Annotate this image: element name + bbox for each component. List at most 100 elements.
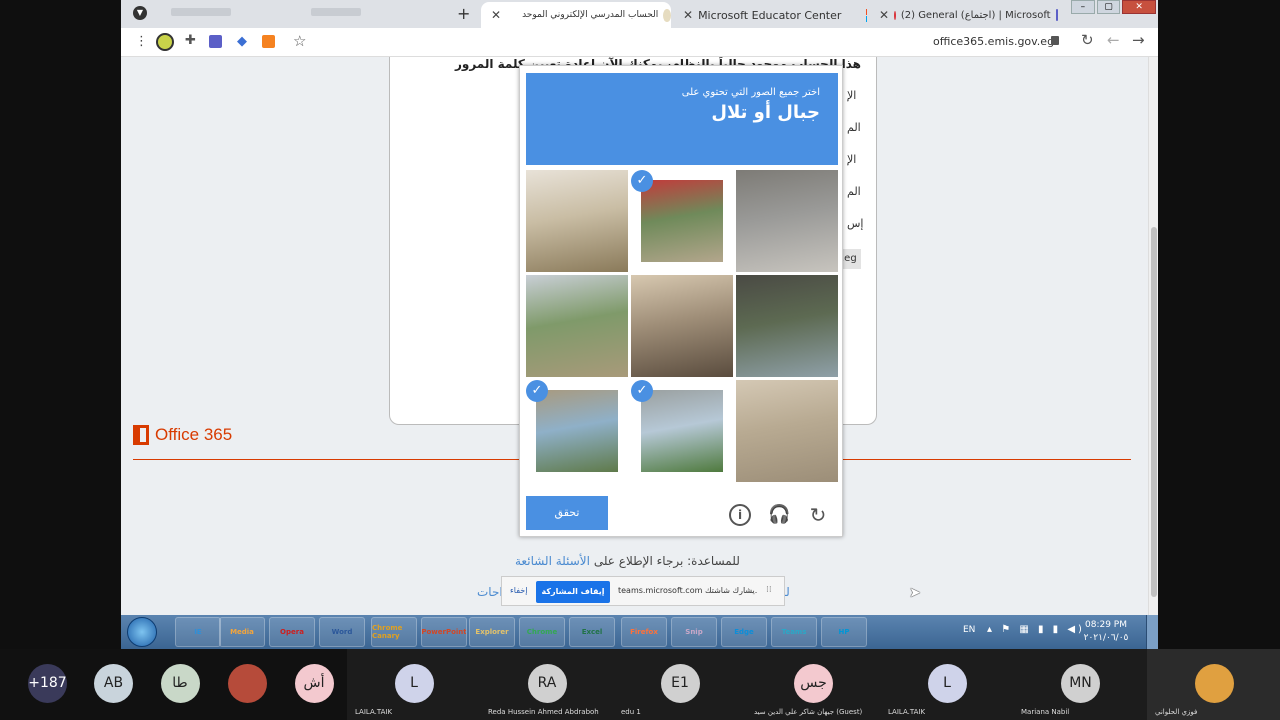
- close-icon[interactable]: ✕: [683, 8, 693, 22]
- participant-tile[interactable]: فوزي الحلواني: [1147, 649, 1280, 720]
- menu-dots-icon[interactable]: ⋮: [135, 34, 148, 49]
- teams-extension-icon[interactable]: [209, 35, 222, 48]
- participant-name: جيهان شاكر علي الدين سيد (Guest): [754, 708, 863, 716]
- taskbar-app-excel[interactable]: Excel: [569, 617, 615, 647]
- recording-icon: [894, 10, 896, 20]
- tab-teams-general[interactable]: ✕ (2) General (اجتماع) | Microsoft: [873, 2, 1058, 28]
- mouse-cursor-icon: ➤: [909, 585, 921, 601]
- stop-sharing-button[interactable]: إيقاف المشاركة: [536, 581, 610, 603]
- forward-arrow-icon[interactable]: →: [1132, 31, 1145, 49]
- show-desktop-button[interactable]: [1146, 615, 1158, 649]
- taskbar-app-edge[interactable]: Edge: [721, 617, 767, 647]
- participant-tile[interactable]: RA Reda Hussein Ahmed Abdraboh: [480, 649, 613, 720]
- taskbar-app-word[interactable]: Word: [319, 617, 365, 647]
- captcha-tile[interactable]: [736, 170, 838, 272]
- participant-tile[interactable]: جس جيهان شاكر علي الدين سيد (Guest): [746, 649, 880, 720]
- hide-sharing-button[interactable]: إخفاء: [510, 586, 527, 595]
- taskbar-app-snip[interactable]: Snip: [671, 617, 717, 647]
- refresh-icon[interactable]: ↻: [807, 504, 829, 526]
- office-365-logo: Office 365: [133, 425, 232, 445]
- diamond-extension-icon[interactable]: ◆: [237, 34, 247, 49]
- taskbar-app-ie[interactable]: IE: [175, 617, 221, 647]
- start-button[interactable]: [127, 617, 157, 647]
- taskbar-app-powerpoint[interactable]: PowerPoint: [421, 617, 467, 647]
- minimize-button[interactable]: –: [1071, 0, 1095, 14]
- taskbar-app-teams[interactable]: Teams: [771, 617, 817, 647]
- participant-avatar: جس: [794, 664, 833, 703]
- extensions-icon[interactable]: ✚: [185, 33, 196, 48]
- help-text: للمساعدة: برجاء الإطلاع على الأسئلة الشا…: [515, 554, 740, 568]
- new-tab-button[interactable]: +: [457, 4, 470, 23]
- taskbar-app-opera[interactable]: Opera: [269, 617, 315, 647]
- drag-handle-icon[interactable]: ⁞⁞: [766, 585, 772, 595]
- headphones-icon[interactable]: 🎧: [768, 504, 790, 526]
- tab-title: (2) General (اجتماع) | Microsoft: [900, 9, 1051, 21]
- bookmark-star-icon[interactable]: ☆: [293, 32, 306, 50]
- captcha-photo: [631, 275, 733, 377]
- side-label: الم: [847, 185, 861, 198]
- participant-tile[interactable]: E1 edu 1: [613, 649, 746, 720]
- maximize-button[interactable]: ▢: [1096, 0, 1121, 14]
- participant-avatar: AB: [94, 664, 133, 703]
- participant-tile[interactable]: MN Mariana Nabil: [1013, 649, 1147, 720]
- taskbar-app-chrome[interactable]: Chrome: [519, 617, 565, 647]
- minimized-tab-placeholder[interactable]: [161, 8, 411, 18]
- participant-tile[interactable]: L LAILA.TAIK: [347, 649, 480, 720]
- close-icon[interactable]: ✕: [879, 8, 889, 22]
- participant-tile[interactable]: AB: [80, 649, 146, 720]
- profile-avatar[interactable]: [156, 33, 174, 51]
- captcha-tile[interactable]: ✓: [526, 380, 628, 482]
- bag-extension-icon[interactable]: [262, 35, 275, 48]
- participant-avatar: L: [927, 664, 967, 703]
- participant-avatar: أش: [294, 664, 334, 703]
- reload-icon[interactable]: ↻: [1081, 31, 1094, 49]
- participant-name: فوزي الحلواني: [1155, 708, 1198, 716]
- email-suffix: .eg: [841, 249, 861, 269]
- participant-tile[interactable]: أش: [280, 649, 347, 720]
- address-url[interactable]: office365.emis.gov.eg: [933, 35, 1054, 48]
- taskbar-app-firefox[interactable]: Firefox: [621, 617, 667, 647]
- side-label: الإ: [847, 153, 857, 166]
- captcha-instruction: اختر جميع الصور التي تحتوي على: [681, 87, 820, 98]
- close-window-button[interactable]: ✕: [1122, 0, 1156, 14]
- participant-avatar: L: [394, 664, 434, 703]
- participant-name: Mariana Nabil: [1021, 708, 1070, 716]
- captcha-tile[interactable]: [526, 275, 628, 377]
- taskbar-app-hp[interactable]: HP: [821, 617, 867, 647]
- captcha-tile[interactable]: ✓: [631, 380, 733, 482]
- participant-tile[interactable]: [213, 649, 280, 720]
- participant-tile[interactable]: طا: [146, 649, 213, 720]
- verify-button[interactable]: تحقق: [526, 496, 608, 530]
- language-indicator[interactable]: EN: [963, 625, 975, 635]
- captcha-tile[interactable]: [736, 380, 838, 482]
- participant-avatar: MN: [1061, 664, 1100, 703]
- taskbar-app-media[interactable]: Media: [219, 617, 265, 647]
- captcha-target: جبال أو تلال: [711, 102, 820, 123]
- back-arrow-icon[interactable]: ←: [1107, 31, 1120, 49]
- close-icon[interactable]: ✕: [491, 8, 501, 22]
- captcha-tile[interactable]: ✓: [631, 170, 733, 272]
- page-scrollbar[interactable]: [1148, 57, 1158, 615]
- captcha-tile[interactable]: [736, 275, 838, 377]
- taskbar-app-chrome-canary[interactable]: Chrome Canary: [371, 617, 417, 647]
- clock[interactable]: 08:29 PM ٢٠٢١/٠٦/٠٥: [1081, 619, 1131, 645]
- tab-educator-center[interactable]: ✕ Microsoft Educator Center: [677, 2, 867, 28]
- windows-taskbar: IE Media Opera Word Chrome Canary PowerPoint E…: [121, 615, 1158, 649]
- chevron-down-icon[interactable]: ▼: [133, 6, 147, 20]
- tab-emis[interactable]: ✕ الحساب المدرسي الإلكتروني الموحد: [481, 2, 671, 28]
- captcha-tile[interactable]: [631, 275, 733, 377]
- captcha-tile[interactable]: [526, 170, 628, 272]
- info-icon[interactable]: i: [729, 504, 751, 526]
- participant-tile[interactable]: L LAILA.TAIK: [880, 649, 1013, 720]
- participant-tile[interactable]: +187: [0, 649, 80, 720]
- scrollbar-thumb[interactable]: [1151, 227, 1157, 597]
- captcha-photo: [526, 275, 628, 377]
- captcha-header: اختر جميع الصور التي تحتوي على جبال أو ت…: [526, 73, 838, 165]
- tray-icons[interactable]: ▴ ⚑ ▦ ▮ ▮ ◀): [987, 624, 1085, 635]
- faq-link[interactable]: الأسئلة الشائعة: [515, 554, 590, 568]
- lower-left-fragment: احات: [477, 585, 503, 599]
- screen-sharing-bar: إخفاء إيقاف المشاركة teams.microsoft.com…: [501, 576, 785, 606]
- help-prefix: للمساعدة: برجاء الإطلاع على: [593, 554, 740, 568]
- captcha-photo: [736, 380, 838, 482]
- taskbar-app-explorer[interactable]: Explorer: [469, 617, 515, 647]
